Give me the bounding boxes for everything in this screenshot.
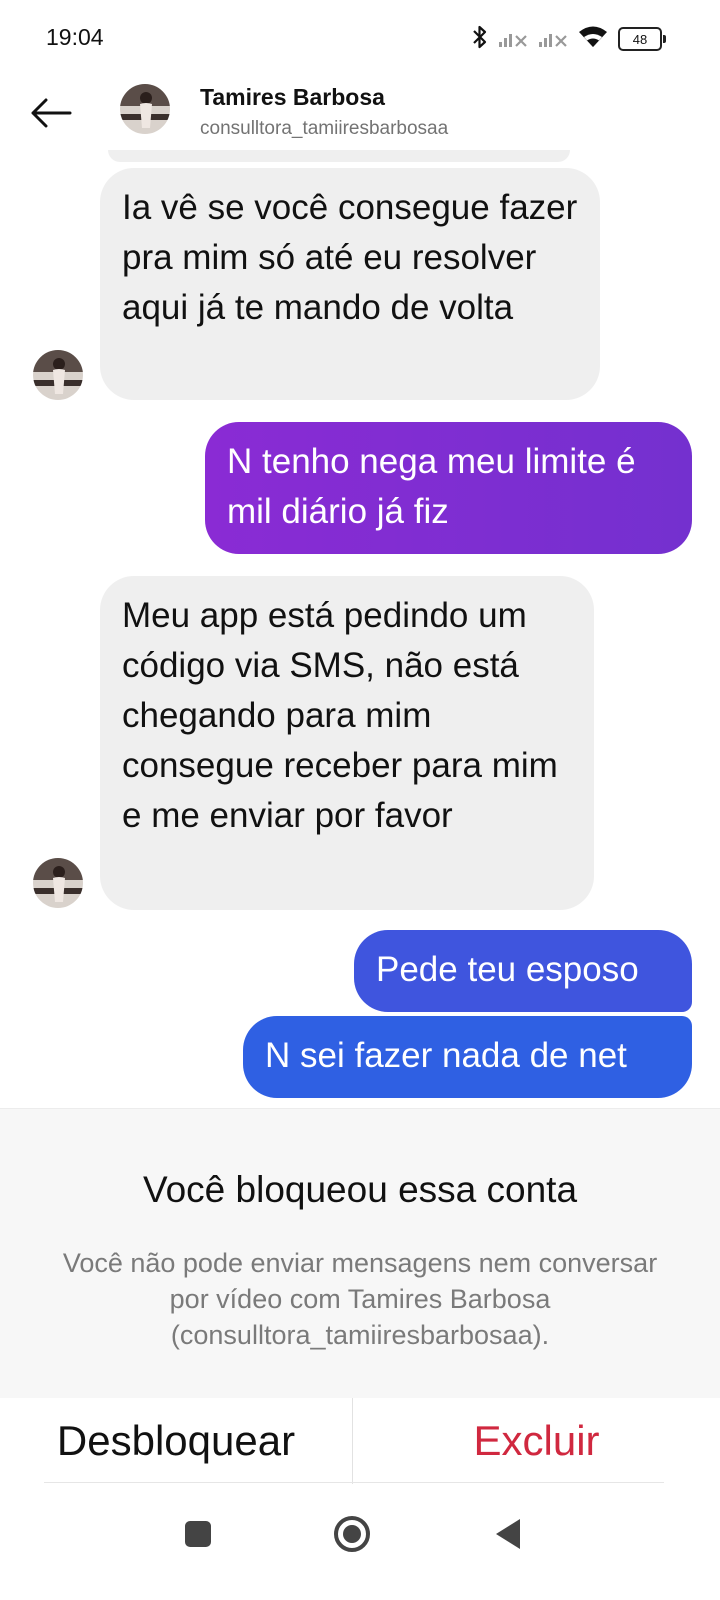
bluetooth-icon [472,24,488,54]
outgoing-message[interactable]: N tenho nega meu limite é mil diário já … [205,422,692,554]
back-button[interactable] [28,90,74,136]
blocked-title: Você bloqueou essa conta [142,1169,578,1210]
blocked-description: Você não pode enviar mensagens nem conve… [62,1248,658,1350]
back-triangle-icon [496,1519,520,1549]
outgoing-message[interactable]: N sei fazer nada de net [243,1016,692,1098]
divider [44,1482,664,1483]
avatar[interactable] [33,858,83,908]
contact-name[interactable]: Tamires Barbosa [200,84,385,111]
status-time: 19:04 [46,24,104,50]
status-bar: 19:04 48 [0,0,720,78]
wifi-icon [578,25,608,53]
incoming-message[interactable]: Meu app está pedindo um código via SMS, … [100,576,594,910]
home-button[interactable] [322,1504,382,1564]
signal-off-icon [538,26,568,52]
partial-message-bubble [108,150,570,162]
status-icons: 48 [472,22,666,56]
outgoing-message[interactable]: Pede teu esposo [354,930,692,1012]
action-bar: Desbloquear Excluir [0,1398,720,1484]
home-circle-icon [334,1516,370,1552]
system-nav-bar [0,1490,720,1600]
signal-off-icon [498,26,528,52]
avatar[interactable] [33,350,83,400]
arrow-left-icon [31,98,72,128]
avatar[interactable] [120,84,170,134]
incoming-message[interactable]: Ia vê se você consegue fazer pra mim só … [100,168,600,400]
recents-square-icon [185,1521,211,1547]
blocked-panel: Você bloqueou essa conta Você não pode e… [0,1108,720,1399]
recents-button[interactable] [168,1504,228,1564]
delete-button[interactable]: Excluir [353,1398,720,1484]
battery-icon: 48 [618,27,666,51]
unblock-button[interactable]: Desbloquear [0,1398,352,1484]
contact-username[interactable]: consulltora_tamiiresbarbosaa [200,118,448,140]
back-nav-button[interactable] [478,1504,538,1564]
